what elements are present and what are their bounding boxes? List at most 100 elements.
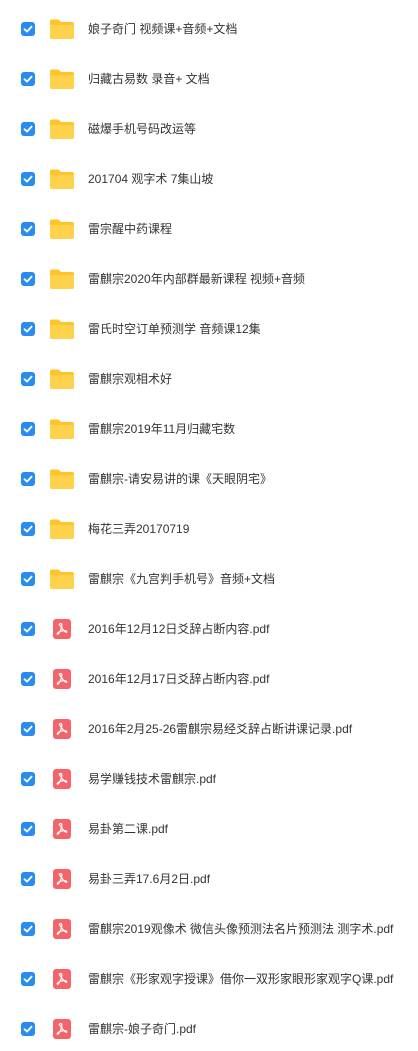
folder-icon bbox=[49, 518, 75, 540]
select-checkbox[interactable] bbox=[21, 822, 35, 836]
file-row[interactable]: 易学赚钱技术雷麒宗.pdf bbox=[0, 757, 418, 801]
file-row[interactable]: 梅花三弄20170719 bbox=[0, 507, 418, 551]
file-list: 娘子奇门 视频课+音频+文档 归藏古易数 录音+ 文档 磁爆手机号码改运等 20170… bbox=[0, 0, 418, 1047]
file-row[interactable]: 2016年12月17日爻辞占断内容.pdf bbox=[0, 657, 418, 701]
file-row[interactable]: 2016年2月25-26雷麒宗易经爻辞占断讲课记录.pdf bbox=[0, 707, 418, 751]
file-row[interactable]: 雷氏时空订单预测学 音频课12集 bbox=[0, 307, 418, 351]
checkmark-icon bbox=[23, 725, 33, 733]
select-checkbox[interactable] bbox=[21, 272, 35, 286]
select-checkbox[interactable] bbox=[21, 722, 35, 736]
file-name[interactable]: 雷麒宗观相术好 bbox=[88, 371, 412, 387]
file-name[interactable]: 易学赚钱技术雷麒宗.pdf bbox=[88, 771, 412, 787]
folder-icon bbox=[49, 268, 75, 290]
file-name[interactable]: 2016年12月17日爻辞占断内容.pdf bbox=[88, 671, 412, 687]
select-checkbox[interactable] bbox=[21, 572, 35, 586]
select-checkbox[interactable] bbox=[21, 522, 35, 536]
file-row[interactable]: 雷麒宗2019年11月归藏宅数 bbox=[0, 407, 418, 451]
file-row[interactable]: 归藏古易数 录音+ 文档 bbox=[0, 57, 418, 101]
file-name[interactable]: 雷麒宗2019观像术 微信头像预测法名片预测法 测字术.pdf bbox=[88, 921, 412, 937]
file-row[interactable]: 2016年12月12日爻辞占断内容.pdf bbox=[0, 607, 418, 651]
checkmark-icon bbox=[23, 75, 33, 83]
folder-icon bbox=[49, 368, 75, 390]
file-name[interactable]: 易卦第二课.pdf bbox=[88, 821, 412, 837]
select-checkbox[interactable] bbox=[21, 1022, 35, 1036]
select-checkbox[interactable] bbox=[21, 472, 35, 486]
pdf-icon bbox=[49, 868, 75, 890]
pdf-icon bbox=[49, 718, 75, 740]
file-name[interactable]: 雷宗醒中药课程 bbox=[88, 221, 412, 237]
file-row[interactable]: 雷宗醒中药课程 bbox=[0, 207, 418, 251]
file-name[interactable]: 201704 观字术 7集山坡 bbox=[88, 171, 412, 187]
pdf-icon bbox=[49, 918, 75, 940]
file-row[interactable]: 雷麒宗-娘子奇门.pdf bbox=[0, 1007, 418, 1051]
file-name[interactable]: 雷麒宗《九宫判手机号》音频+文档 bbox=[88, 571, 412, 587]
file-name[interactable]: 雷麒宗2019年11月归藏宅数 bbox=[88, 421, 412, 437]
select-checkbox[interactable] bbox=[21, 372, 35, 386]
select-checkbox[interactable] bbox=[21, 872, 35, 886]
checkmark-icon bbox=[23, 975, 33, 983]
file-row[interactable]: 雷麒宗2019观像术 微信头像预测法名片预测法 测字术.pdf bbox=[0, 907, 418, 951]
folder-icon bbox=[49, 68, 75, 90]
file-name[interactable]: 2016年2月25-26雷麒宗易经爻辞占断讲课记录.pdf bbox=[88, 721, 412, 737]
select-checkbox[interactable] bbox=[21, 72, 35, 86]
checkmark-icon bbox=[23, 225, 33, 233]
file-row[interactable]: 易卦第二课.pdf bbox=[0, 807, 418, 851]
select-checkbox[interactable] bbox=[21, 622, 35, 636]
select-checkbox[interactable] bbox=[21, 422, 35, 436]
checkmark-icon bbox=[23, 875, 33, 883]
checkmark-icon bbox=[23, 25, 33, 33]
file-row[interactable]: 雷麒宗《形家观字授课》借你一双形家眼形家观字Q课.pdf bbox=[0, 957, 418, 1001]
pdf-icon bbox=[49, 1018, 75, 1040]
select-checkbox[interactable] bbox=[21, 172, 35, 186]
file-name[interactable]: 娘子奇门 视频课+音频+文档 bbox=[88, 21, 412, 37]
file-name[interactable]: 雷麒宗《形家观字授课》借你一双形家眼形家观字Q课.pdf bbox=[88, 971, 412, 987]
folder-icon bbox=[49, 468, 75, 490]
checkmark-icon bbox=[23, 825, 33, 833]
checkmark-icon bbox=[23, 175, 33, 183]
select-checkbox[interactable] bbox=[21, 122, 35, 136]
checkmark-icon bbox=[23, 425, 33, 433]
file-name[interactable]: 雷麒宗2020年内部群最新课程 视频+音频 bbox=[88, 271, 412, 287]
checkmark-icon bbox=[23, 325, 33, 333]
checkmark-icon bbox=[23, 375, 33, 383]
folder-icon bbox=[49, 418, 75, 440]
file-row[interactable]: 201704 观字术 7集山坡 bbox=[0, 157, 418, 201]
select-checkbox[interactable] bbox=[21, 22, 35, 36]
file-row[interactable]: 磁爆手机号码改运等 bbox=[0, 107, 418, 151]
select-checkbox[interactable] bbox=[21, 672, 35, 686]
select-checkbox[interactable] bbox=[21, 922, 35, 936]
folder-icon bbox=[49, 218, 75, 240]
checkmark-icon bbox=[23, 275, 33, 283]
folder-icon bbox=[49, 168, 75, 190]
checkmark-icon bbox=[23, 925, 33, 933]
folder-icon bbox=[49, 568, 75, 590]
pdf-icon bbox=[49, 768, 75, 790]
checkmark-icon bbox=[23, 1025, 33, 1033]
pdf-icon bbox=[49, 818, 75, 840]
file-name[interactable]: 易卦三弄17.6月2日.pdf bbox=[88, 871, 412, 887]
pdf-icon bbox=[49, 618, 75, 640]
file-name[interactable]: 雷氏时空订单预测学 音频课12集 bbox=[88, 321, 412, 337]
select-checkbox[interactable] bbox=[21, 222, 35, 236]
select-checkbox[interactable] bbox=[21, 972, 35, 986]
file-name[interactable]: 磁爆手机号码改运等 bbox=[88, 121, 412, 137]
file-name[interactable]: 归藏古易数 录音+ 文档 bbox=[88, 71, 412, 87]
file-name[interactable]: 雷麒宗-娘子奇门.pdf bbox=[88, 1021, 412, 1037]
file-row[interactable]: 雷麒宗-请安易讲的课《天眼阴宅》 bbox=[0, 457, 418, 501]
folder-icon bbox=[49, 118, 75, 140]
file-row[interactable]: 娘子奇门 视频课+音频+文档 bbox=[0, 7, 418, 51]
checkmark-icon bbox=[23, 625, 33, 633]
file-name[interactable]: 2016年12月12日爻辞占断内容.pdf bbox=[88, 621, 412, 637]
pdf-icon bbox=[49, 968, 75, 990]
select-checkbox[interactable] bbox=[21, 772, 35, 786]
pdf-icon bbox=[49, 668, 75, 690]
file-row[interactable]: 雷麒宗2020年内部群最新课程 视频+音频 bbox=[0, 257, 418, 301]
file-row[interactable]: 雷麒宗观相术好 bbox=[0, 357, 418, 401]
folder-icon bbox=[49, 18, 75, 40]
checkmark-icon bbox=[23, 125, 33, 133]
file-row[interactable]: 雷麒宗《九宫判手机号》音频+文档 bbox=[0, 557, 418, 601]
file-name[interactable]: 梅花三弄20170719 bbox=[88, 521, 412, 537]
file-name[interactable]: 雷麒宗-请安易讲的课《天眼阴宅》 bbox=[88, 471, 412, 487]
select-checkbox[interactable] bbox=[21, 322, 35, 336]
file-row[interactable]: 易卦三弄17.6月2日.pdf bbox=[0, 857, 418, 901]
